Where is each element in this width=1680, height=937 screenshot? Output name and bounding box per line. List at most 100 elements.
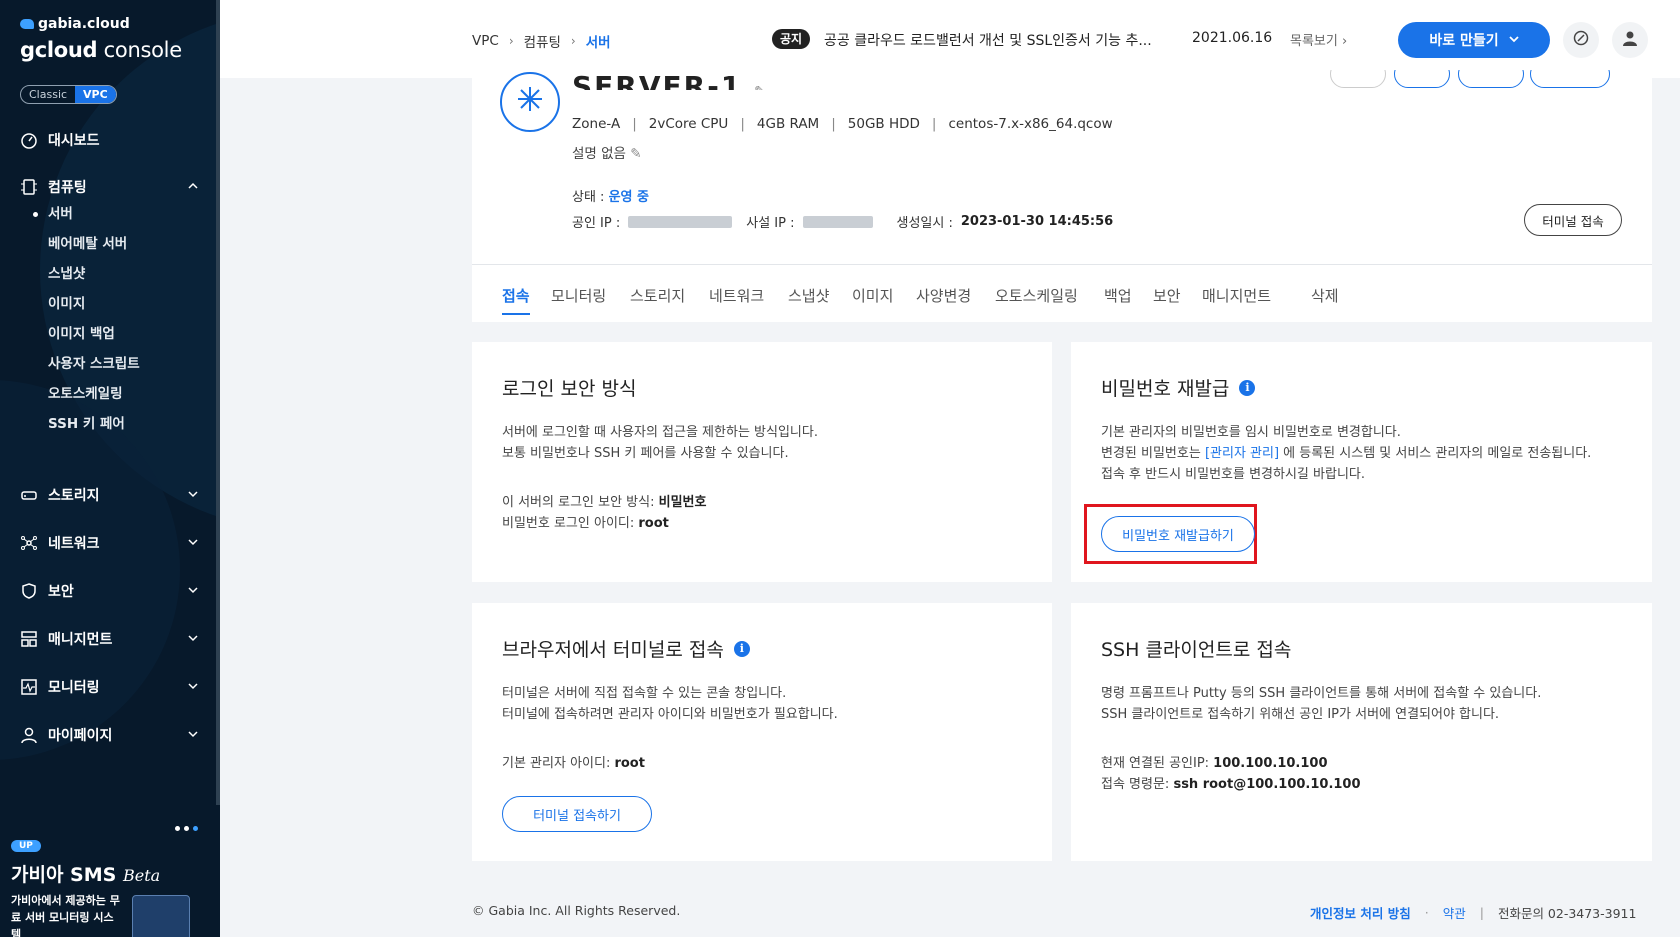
server-name: SERVER-1 ✎ bbox=[572, 70, 768, 90]
password-reissue-card: 비밀번호 재발급 i 기본 관리자의 비밀번호를 임시 비밀번호로 변경합니다.… bbox=[1071, 342, 1652, 582]
notice-date: 2021.06.16 bbox=[1192, 30, 1273, 46]
monitor-icon bbox=[20, 678, 38, 696]
console-title[interactable]: gcloud console bbox=[20, 38, 182, 62]
ssh-cmd-label: 접속 명령문: bbox=[1101, 777, 1174, 792]
tab-spec-change[interactable]: 사양변경 bbox=[916, 285, 971, 315]
nav-dashboard[interactable]: 대시보드 bbox=[20, 128, 200, 152]
ssh-client-desc-line2: SSH 클라이언트로 접속하기 위해선 공인 IP가 서버에 연결되어야 합니다… bbox=[1101, 707, 1500, 722]
sidebar-item-server[interactable]: 서버 bbox=[33, 203, 73, 225]
tab-snapshot[interactable]: 스냅샷 bbox=[788, 285, 829, 315]
tab-delete[interactable]: 삭제 bbox=[1311, 285, 1339, 315]
sidebar-item-autoscaling[interactable]: 오토스케일링 bbox=[48, 383, 123, 405]
nav-management[interactable]: 매니지먼트 bbox=[20, 627, 200, 651]
browser-terminal-desc-line1: 터미널은 서버에 직접 접속할 수 있는 콘솔 창입니다. bbox=[502, 686, 787, 701]
info-icon[interactable]: i bbox=[1239, 379, 1256, 396]
sidebar-scrollbar[interactable] bbox=[216, 0, 220, 805]
login-security-info: 이 서버의 로그인 보안 방식: 비밀번호 비밀번호 로그인 아이디: root bbox=[502, 492, 706, 534]
nav-network-label: 네트워크 bbox=[48, 536, 100, 552]
breadcrumb-computing[interactable]: 컴퓨팅 bbox=[524, 31, 561, 51]
nav-mypage[interactable]: 마이페이지 bbox=[20, 723, 200, 747]
server-action-buttons bbox=[1330, 70, 1630, 90]
password-reissue-desc-pre: 변경된 비밀번호는 bbox=[1101, 446, 1205, 461]
notice-list-link[interactable]: 목록보기 › bbox=[1290, 30, 1347, 49]
notice-list-label: 목록보기 bbox=[1290, 34, 1338, 49]
footer-copyright: © Gabia Inc. All Rights Reserved. bbox=[472, 903, 681, 918]
server-action-button-1[interactable] bbox=[1330, 70, 1386, 88]
promo-pager[interactable] bbox=[175, 826, 198, 831]
login-id-label: 비밀번호 로그인 아이디: bbox=[502, 516, 639, 531]
sidebar-item-image[interactable]: 이미지 bbox=[48, 293, 85, 315]
chevron-down-icon bbox=[186, 583, 200, 597]
chevron-down-icon bbox=[1509, 32, 1519, 48]
sidebar-item-image-backup[interactable]: 이미지 백업 bbox=[48, 323, 115, 345]
chat-icon bbox=[1572, 29, 1590, 51]
brand-logo[interactable]: gabia.cloud bbox=[20, 16, 130, 32]
password-reissue-desc-post: 에 등록된 시스템 및 서비스 관리자의 메일로 전송됩니다. bbox=[1279, 446, 1592, 461]
terminal-connect-button[interactable]: 터미널 접속 bbox=[1524, 204, 1622, 236]
server-action-button-2[interactable] bbox=[1394, 70, 1450, 88]
server-snowflake-icon bbox=[515, 84, 545, 121]
notice-text[interactable]: 공공 클라우드 로드밸런서 개선 및 SSL인증서 기능 추... bbox=[824, 30, 1164, 50]
nav-monitoring[interactable]: 모니터링 bbox=[20, 675, 200, 699]
breadcrumb-server[interactable]: 서버 bbox=[586, 31, 611, 51]
footer-links: 개인정보 처리 방침 · 약관 | 전화문의 02-3473-3911 bbox=[1310, 903, 1636, 922]
tab-management[interactable]: 매니지먼트 bbox=[1202, 285, 1271, 315]
mode-classic[interactable]: Classic bbox=[21, 86, 75, 103]
edit-pencil-icon[interactable]: ✎ bbox=[754, 84, 768, 90]
breadcrumb-vpc[interactable]: VPC bbox=[472, 33, 499, 49]
ssh-client-title: SSH 클라이언트로 접속 bbox=[1101, 639, 1292, 661]
terms-link[interactable]: 약관 bbox=[1443, 903, 1466, 922]
public-ip-value-redacted bbox=[628, 215, 733, 228]
nav-monitoring-label: 모니터링 bbox=[48, 680, 100, 696]
password-reissue-desc-line1: 기본 관리자의 비밀번호를 임시 비밀번호로 변경합니다. bbox=[1101, 425, 1401, 440]
sidebar-item-ssh-keypair[interactable]: SSH 키 페어 bbox=[48, 413, 125, 435]
spec-divider: | bbox=[740, 116, 745, 132]
info-icon[interactable]: i bbox=[733, 640, 750, 657]
server-description[interactable]: 설명 없음 ✎ bbox=[572, 142, 642, 162]
private-ip-value-redacted bbox=[802, 215, 873, 228]
password-reissue-button[interactable]: 비밀번호 재발급하기 bbox=[1101, 516, 1255, 552]
sidebar-item-user-script[interactable]: 사용자 스크립트 bbox=[48, 353, 140, 375]
created-label: 생성일시 : bbox=[896, 216, 953, 231]
spec-disk: 50GB HDD bbox=[847, 116, 920, 132]
nav-storage[interactable]: 스토리지 bbox=[20, 483, 200, 507]
tab-backup[interactable]: 백업 bbox=[1104, 285, 1132, 315]
login-method-label: 이 서버의 로그인 보안 방식: bbox=[502, 495, 659, 510]
top-bar: VPC › 컴퓨팅 › 서버 공지 공공 클라우드 로드밸런서 개선 및 SSL… bbox=[220, 0, 1680, 78]
privacy-policy-link[interactable]: 개인정보 처리 방침 bbox=[1310, 903, 1411, 922]
profile-button[interactable] bbox=[1612, 22, 1648, 58]
edit-pencil-icon[interactable]: ✎ bbox=[630, 146, 641, 162]
admin-management-link[interactable]: [관리자 관리] bbox=[1205, 446, 1279, 461]
tab-image[interactable]: 이미지 bbox=[852, 285, 893, 315]
terminal-open-button[interactable]: 터미널 접속하기 bbox=[502, 796, 652, 832]
chevron-up-icon bbox=[186, 179, 200, 193]
mode-toggle[interactable]: Classic VPC bbox=[20, 85, 117, 104]
mode-vpc[interactable]: VPC bbox=[75, 86, 116, 103]
brand-top-text: gabia.cloud bbox=[38, 16, 130, 32]
sidebar: gabia.cloud gcloud console Classic VPC 대… bbox=[0, 0, 220, 937]
nav-security[interactable]: 보안 bbox=[20, 579, 200, 603]
sidebar-item-baremetal[interactable]: 베어메탈 서버 bbox=[48, 233, 127, 255]
ssh-client-desc: 명령 프롬프트나 Putty 등의 SSH 클라이언트를 통해 서버에 접속할 … bbox=[1101, 683, 1541, 725]
server-action-button-4[interactable] bbox=[1530, 70, 1610, 88]
tab-connect[interactable]: 접속 bbox=[502, 285, 530, 315]
tab-monitoring[interactable]: 모니터링 bbox=[551, 285, 606, 315]
chevron-down-icon bbox=[186, 727, 200, 741]
server-action-button-3[interactable] bbox=[1458, 70, 1524, 88]
server-tabs: 접속 모니터링 스토리지 네트워크 스냅샷 이미지 사양변경 오토스케일링 백업… bbox=[472, 264, 1652, 322]
sidebar-item-snapshot[interactable]: 스냅샷 bbox=[48, 263, 85, 285]
tab-storage[interactable]: 스토리지 bbox=[630, 285, 685, 315]
quick-create-button[interactable]: 바로 만들기 bbox=[1398, 22, 1550, 58]
tab-security[interactable]: 보안 bbox=[1153, 285, 1181, 315]
nav-network[interactable]: 네트워크 bbox=[20, 531, 200, 555]
server-description-text: 설명 없음 bbox=[572, 146, 626, 162]
nav-computing[interactable]: 컴퓨팅 bbox=[20, 175, 200, 199]
tab-autoscaling[interactable]: 오토스케일링 bbox=[995, 285, 1078, 315]
tab-network[interactable]: 네트워크 bbox=[709, 285, 764, 315]
browser-terminal-card: 브라우저에서 터미널로 접속 i 터미널은 서버에 직접 접속할 수 있는 콘솔… bbox=[472, 603, 1052, 861]
console-title-bold: gcloud bbox=[20, 38, 98, 62]
chat-button[interactable] bbox=[1563, 22, 1599, 58]
chevron-right-icon: › bbox=[508, 34, 514, 48]
admin-id-value: root bbox=[614, 756, 645, 771]
login-security-desc: 서버에 로그인할 때 사용자의 접근을 제한하는 방식입니다. 보통 비밀번호나… bbox=[502, 422, 818, 464]
